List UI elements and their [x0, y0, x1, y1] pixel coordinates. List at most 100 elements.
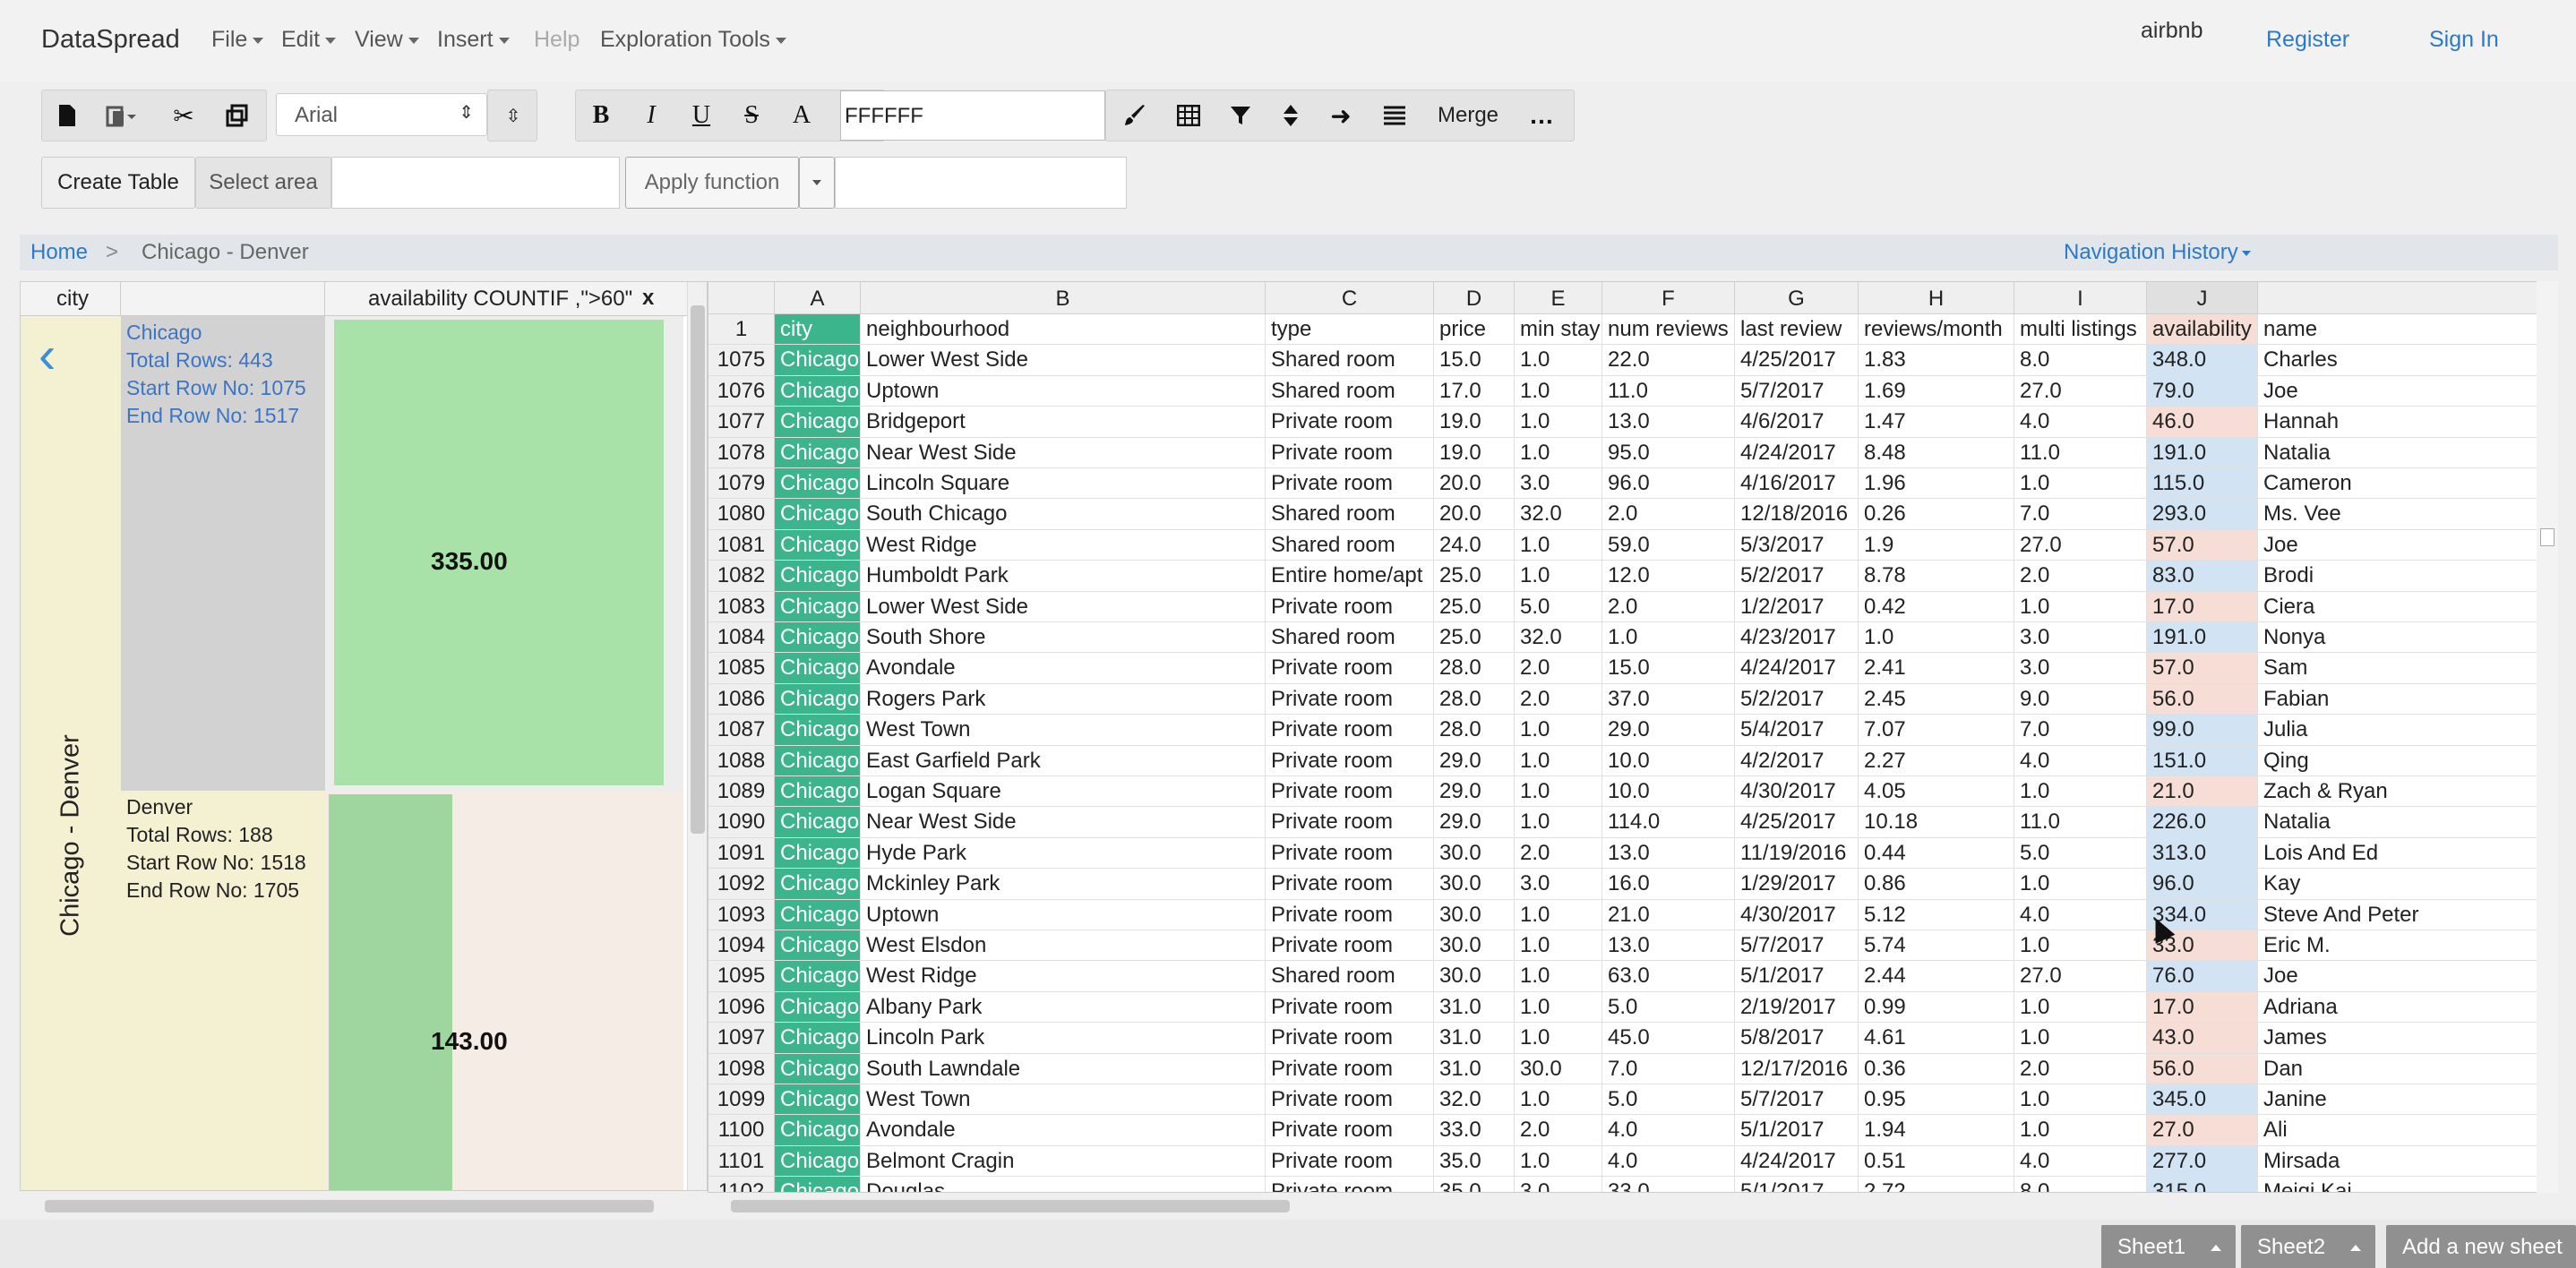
header-cell[interactable]: reviews/month — [1859, 314, 2014, 346]
data-cell[interactable]: 3.0 — [1515, 468, 1602, 500]
data-cell[interactable]: 2.0 — [1515, 653, 1602, 684]
row-header[interactable]: 1092 — [708, 869, 775, 900]
data-cell[interactable]: Chicago — [775, 1084, 861, 1116]
data-cell[interactable]: Chicago — [775, 1177, 861, 1192]
data-cell[interactable]: 32.0 — [1515, 499, 1602, 530]
data-cell[interactable]: Hyde Park — [861, 837, 1266, 870]
data-cell[interactable]: 4/25/2017 — [1735, 345, 1859, 376]
data-cell[interactable]: South Lawndale — [861, 1053, 1266, 1084]
data-cell[interactable]: 4.0 — [2014, 745, 2147, 776]
scrollbar-thumb[interactable] — [731, 1200, 1290, 1212]
data-cell[interactable]: 17.0 — [1434, 375, 1515, 407]
color-input[interactable]: FFFFFF — [840, 90, 1105, 141]
data-cell[interactable]: Lincoln Square — [861, 468, 1266, 500]
data-cell[interactable]: 7.0 — [1602, 1053, 1735, 1084]
scrollbar-thumb[interactable] — [2540, 528, 2555, 546]
data-cell[interactable]: 27.0 — [2014, 529, 2147, 561]
data-cell[interactable]: 115.0 — [2147, 468, 2258, 500]
data-cell[interactable]: Private room — [1266, 899, 1434, 930]
data-cell[interactable]: Fabian — [2258, 684, 2557, 715]
data-cell[interactable]: Lower West Side — [861, 591, 1266, 622]
data-cell[interactable]: Chicago — [775, 499, 861, 530]
data-cell[interactable]: 7.0 — [2014, 715, 2147, 746]
data-cell[interactable]: Dan — [2258, 1054, 2557, 1084]
data-cell[interactable]: 25.0 — [1434, 622, 1515, 654]
data-cell[interactable]: 11.0 — [2014, 437, 2147, 468]
sheet-vertical-scrollbar[interactable] — [2537, 281, 2558, 1193]
register-link[interactable]: Register — [2266, 27, 2349, 53]
data-cell[interactable]: 20.0 — [1434, 468, 1515, 500]
data-cell[interactable]: 22.0 — [1602, 345, 1735, 376]
cut-button[interactable]: ✂ — [159, 90, 209, 141]
data-cell[interactable]: 2.0 — [1515, 837, 1602, 870]
data-cell[interactable]: Chicago — [775, 437, 861, 468]
data-cell[interactable]: 4/24/2017 — [1735, 1145, 1859, 1178]
data-cell[interactable]: 4.61 — [1859, 1023, 2014, 1054]
data-cell[interactable]: 43.0 — [2147, 1023, 2258, 1054]
data-cell[interactable]: Logan Square — [861, 776, 1266, 808]
data-cell[interactable]: 191.0 — [2147, 437, 2258, 468]
data-cell[interactable]: 59.0 — [1602, 529, 1735, 561]
data-cell[interactable]: Julia — [2258, 715, 2557, 746]
spreadsheet-grid[interactable]: A B C D E F G H I J 1 city neighbourhood type price min… — [708, 281, 2558, 1193]
data-cell[interactable]: East Garfield Park — [861, 745, 1266, 776]
data-cell[interactable]: 4/30/2017 — [1735, 776, 1859, 808]
data-cell[interactable]: Private room — [1266, 930, 1434, 962]
data-cell[interactable]: 0.26 — [1859, 499, 2014, 530]
row-header[interactable]: 1096 — [708, 991, 775, 1024]
data-cell[interactable]: 29.0 — [1434, 745, 1515, 776]
data-cell[interactable]: 1.9 — [1859, 529, 2014, 561]
function-dropdown[interactable] — [799, 157, 835, 209]
data-cell[interactable]: 345.0 — [2147, 1084, 2258, 1116]
data-cell[interactable]: 1.83 — [1859, 345, 2014, 376]
data-cell[interactable]: 1.94 — [1859, 1115, 2014, 1146]
data-cell[interactable]: Ali — [2258, 1115, 2557, 1146]
data-cell[interactable]: 11.0 — [2014, 807, 2147, 838]
add-sheet-button[interactable]: Add a new sheet — [2386, 1225, 2576, 1268]
data-cell[interactable]: 0.36 — [1859, 1053, 2014, 1084]
data-cell[interactable]: Chicago — [775, 529, 861, 561]
data-cell[interactable]: 46.0 — [2147, 407, 2258, 438]
data-cell[interactable]: 63.0 — [1602, 961, 1735, 992]
column-header[interactable] — [2258, 282, 2557, 314]
strikethrough-button[interactable]: S — [726, 90, 777, 141]
data-cell[interactable]: 4.0 — [2014, 1145, 2147, 1178]
data-cell[interactable]: Chicago — [775, 1053, 861, 1084]
data-cell[interactable]: 1.96 — [1859, 468, 2014, 500]
data-cell[interactable]: Private room — [1266, 837, 1434, 870]
data-cell[interactable]: 2.0 — [2014, 1053, 2147, 1084]
data-cell[interactable]: 348.0 — [2147, 345, 2258, 376]
data-cell[interactable]: 1.0 — [1515, 437, 1602, 468]
data-cell[interactable]: 1.0 — [1602, 622, 1735, 654]
data-cell[interactable]: Shared room — [1266, 529, 1434, 561]
bar-denver[interactable] — [329, 794, 452, 1190]
data-cell[interactable]: Chicago — [775, 468, 861, 500]
data-cell[interactable]: 4.0 — [2014, 899, 2147, 930]
data-cell[interactable]: Hannah — [2258, 407, 2557, 438]
data-cell[interactable]: 4/23/2017 — [1735, 622, 1859, 654]
data-cell[interactable]: 2.45 — [1859, 683, 2014, 715]
data-cell[interactable]: Private room — [1266, 468, 1434, 500]
select-area-button[interactable]: Select area — [195, 157, 331, 209]
area-input[interactable] — [331, 157, 620, 209]
data-cell[interactable]: 1.0 — [2014, 776, 2147, 808]
column-header[interactable]: H — [1859, 282, 2014, 314]
data-cell[interactable]: 1.47 — [1859, 407, 2014, 438]
column-header[interactable]: F — [1602, 282, 1735, 314]
data-cell[interactable]: 19.0 — [1434, 437, 1515, 468]
data-cell[interactable]: 10.0 — [1602, 745, 1735, 776]
data-cell[interactable]: 0.95 — [1859, 1084, 2014, 1116]
row-header[interactable]: 1076 — [708, 375, 775, 407]
data-cell[interactable]: Nonya — [2258, 622, 2557, 654]
data-cell[interactable]: 5/8/2017 — [1735, 1023, 1859, 1054]
data-cell[interactable]: Chicago — [775, 930, 861, 962]
data-cell[interactable]: 8.78 — [1859, 561, 2014, 592]
data-cell[interactable]: 0.42 — [1859, 591, 2014, 622]
data-cell[interactable]: 57.0 — [2147, 653, 2258, 684]
group-info-chicago[interactable]: Chicago Total Rows: 443 Start Row No: 10… — [121, 316, 325, 791]
data-cell[interactable]: 7.0 — [2014, 499, 2147, 530]
data-cell[interactable]: 31.0 — [1434, 1023, 1515, 1054]
data-cell[interactable]: 1.0 — [2014, 1115, 2147, 1146]
data-cell[interactable]: 1.0 — [1515, 807, 1602, 838]
data-cell[interactable]: 1.69 — [1859, 375, 2014, 407]
